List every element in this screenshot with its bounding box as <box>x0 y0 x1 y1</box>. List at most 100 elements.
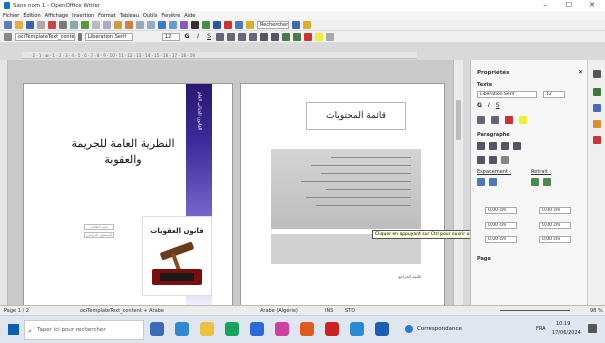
menu-help[interactable]: Aide <box>184 13 195 19</box>
clock-time[interactable]: 10:19 <box>556 321 570 327</box>
para-background-icon[interactable] <box>501 156 509 164</box>
spellcheck-icon[interactable] <box>81 21 89 29</box>
task-view-icon[interactable] <box>150 322 164 336</box>
align-left-icon[interactable] <box>216 32 224 41</box>
redo-icon[interactable] <box>147 21 155 29</box>
maximize-button[interactable]: ☐ <box>560 1 578 10</box>
subscript-icon[interactable] <box>491 116 499 124</box>
undo-icon[interactable] <box>136 21 144 29</box>
menu-tools[interactable]: Outils <box>143 13 157 19</box>
status-style[interactable]: ociTemplateText_content + Arabe <box>80 308 164 314</box>
email-icon[interactable] <box>37 21 45 29</box>
page-2[interactable]: قائمة المحتويات قائمة المراجع <box>240 83 445 305</box>
para-align-left-icon[interactable] <box>477 142 485 150</box>
sidebar-menu-icon[interactable] <box>593 70 601 78</box>
background-color-icon[interactable] <box>326 32 334 41</box>
sidebar-underline-button[interactable]: S <box>496 102 500 109</box>
para-align-center-icon[interactable] <box>489 142 497 150</box>
media-icon[interactable] <box>275 322 289 336</box>
print-preview-icon[interactable] <box>70 21 78 29</box>
find-replace-icon[interactable] <box>191 21 199 29</box>
styles-icon[interactable] <box>4 32 12 41</box>
sidebar-size-combo[interactable]: 12 <box>543 91 565 98</box>
pdf-export-icon[interactable] <box>48 21 56 29</box>
weather-text[interactable]: Correspondance <box>417 326 462 332</box>
styles-deck-icon[interactable] <box>593 104 601 112</box>
open-icon[interactable] <box>15 21 23 29</box>
menu-insert[interactable]: Insertion <box>72 13 94 19</box>
paragraph-style-combo[interactable]: ociTemplateText_content <box>15 32 75 41</box>
decrease-indent-icon[interactable] <box>282 32 290 41</box>
scrollbar-thumb[interactable] <box>456 100 461 140</box>
sidebar-highlight-icon[interactable] <box>519 116 527 124</box>
edge-icon[interactable] <box>175 322 189 336</box>
menu-view[interactable]: Affichage <box>45 13 69 19</box>
table-icon[interactable] <box>169 21 177 29</box>
spacing-above-icon[interactable] <box>477 178 485 186</box>
font-color-icon[interactable] <box>304 32 312 41</box>
align-right-icon[interactable] <box>238 32 246 41</box>
spacing-below-field[interactable]: 0,00 cm <box>485 222 517 229</box>
bullets-icon[interactable] <box>271 32 279 41</box>
sidebar-font-color-icon[interactable] <box>505 116 513 124</box>
section-text-heading[interactable]: Texte <box>477 82 492 88</box>
para-justify-icon[interactable] <box>513 142 521 150</box>
sidebar-italic-button[interactable]: I <box>488 102 490 109</box>
sidebar-font-combo[interactable]: Liberation Serif <box>477 91 537 98</box>
clock-date[interactable]: 17/06/2024 <box>552 330 581 336</box>
close-button[interactable]: ✕ <box>583 1 601 10</box>
indent-after-field[interactable]: 0,00 cm <box>539 222 571 229</box>
font-name-combo[interactable]: Liberation Serif <box>85 32 133 41</box>
line-spacing-field[interactable]: 0,00 cm <box>485 236 517 243</box>
menu-table[interactable]: Tableau <box>120 13 139 19</box>
indent-decrease-icon[interactable] <box>543 178 551 186</box>
section-page-heading[interactable]: Page <box>477 256 491 262</box>
clone-formatting-icon[interactable] <box>125 21 133 29</box>
underline-button[interactable]: S <box>205 33 213 40</box>
indent-before-field[interactable]: 0,00 cm <box>539 207 571 214</box>
level-field[interactable]: المستوى الدراسي <box>84 232 114 238</box>
para-align-right-icon[interactable] <box>501 142 509 150</box>
windows-start-icon[interactable] <box>8 324 19 335</box>
horizontal-ruler[interactable]: · 2 · 1 · ⊠ · 1 · 2 · 3 · 4 · 5 · 6 · 7 … <box>22 52 417 59</box>
font-size-combo[interactable]: 12 <box>162 32 180 41</box>
status-page[interactable]: Page 1 / 2 <box>4 308 29 314</box>
word-icon[interactable] <box>375 322 389 336</box>
navigator-icon[interactable] <box>202 21 210 29</box>
status-insert-mode[interactable]: INS <box>325 308 333 314</box>
file-explorer-icon[interactable] <box>200 322 214 336</box>
notifications-icon[interactable] <box>588 324 597 333</box>
zoom-slider[interactable] <box>500 310 570 311</box>
help-icon[interactable] <box>246 21 254 29</box>
copy-icon[interactable] <box>103 21 111 29</box>
justify-icon[interactable] <box>249 32 257 41</box>
bold-button[interactable]: G <box>183 33 191 40</box>
style-dropdown-icon[interactable] <box>78 32 82 41</box>
chrome-icon[interactable] <box>225 322 239 336</box>
section-paragraph-heading[interactable]: Paragraphe <box>477 132 510 138</box>
save-icon[interactable] <box>26 21 34 29</box>
page-1[interactable]: القانون الجنائي العام النظرية العامة للج… <box>23 83 233 305</box>
opera-icon[interactable] <box>325 322 339 336</box>
print-icon[interactable] <box>59 21 67 29</box>
italic-button[interactable]: I <box>194 33 202 40</box>
minimize-button[interactable]: – <box>536 1 554 10</box>
gallery-icon[interactable] <box>213 21 221 29</box>
browser-icon[interactable] <box>250 322 264 336</box>
sidebar-bold-button[interactable]: G <box>477 102 482 109</box>
gallery-deck-icon[interactable] <box>593 120 601 128</box>
menu-format[interactable]: Format <box>98 13 116 19</box>
menu-file[interactable]: Fichier <box>3 13 19 19</box>
sidebar-close-icon[interactable]: ✕ <box>578 69 583 76</box>
search-field[interactable]: Rechercher <box>257 21 289 29</box>
hyperlink-icon[interactable] <box>158 21 166 29</box>
toc-references-entry[interactable]: قائمة المراجع <box>351 274 421 279</box>
increase-indent-icon[interactable] <box>293 32 301 41</box>
superscript-icon[interactable] <box>477 116 485 124</box>
student-name-field[interactable]: اسم الطالب <box>84 224 114 230</box>
taskbar-search-box[interactable]: Taper ici pour rechercher <box>24 320 144 340</box>
numbering-icon[interactable] <box>260 32 268 41</box>
draw-icon[interactable] <box>180 21 188 29</box>
navigator-deck-icon[interactable] <box>593 136 601 144</box>
cut-icon[interactable] <box>92 21 100 29</box>
